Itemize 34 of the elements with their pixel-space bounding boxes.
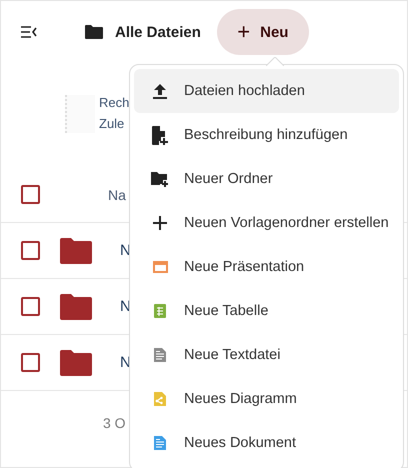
- presentation-icon: [152, 261, 168, 273]
- row-checkbox[interactable]: [21, 353, 40, 372]
- row-checkbox[interactable]: [21, 241, 40, 260]
- file-plus-icon: [152, 126, 168, 144]
- menu-item[interactable]: Neue Präsentation: [134, 245, 399, 289]
- spreadsheet-icon: [154, 304, 166, 318]
- diagram-icon: [154, 392, 166, 406]
- text-file-icon: [154, 348, 166, 362]
- row-checkbox[interactable]: [21, 297, 40, 316]
- folder-icon: [60, 294, 92, 320]
- folder-plus-icon: [151, 170, 169, 188]
- menu-item[interactable]: Neuer Ordner: [134, 157, 399, 201]
- folder-icon: [60, 238, 92, 264]
- menu-item[interactable]: Neues Dokument: [134, 421, 399, 465]
- upload-icon: [153, 84, 167, 98]
- new-button[interactable]: + Neu: [216, 9, 309, 55]
- description-text: Zule: [99, 116, 126, 131]
- menu-item[interactable]: Neues Diagramm: [134, 377, 399, 421]
- folder-icon: [60, 350, 92, 376]
- menu-item[interactable]: Neuen Vorlagenordner erstellen: [134, 201, 399, 245]
- column-header[interactable]: Na: [108, 186, 126, 202]
- menu-item[interactable]: Dateien hochladen: [134, 69, 399, 113]
- menu-item[interactable]: Neue Tabelle: [134, 289, 399, 333]
- menu-item[interactable]: Beschreibung hinzufügen: [134, 113, 399, 157]
- menu-collapse-icon[interactable]: [21, 26, 37, 38]
- plus-icon: [153, 216, 167, 230]
- folder-icon: [85, 25, 103, 39]
- description-title: Rech: [99, 95, 130, 110]
- document-icon: [154, 436, 166, 450]
- menu-item[interactable]: Neue Textdatei: [134, 333, 399, 377]
- description-icon: [65, 95, 95, 133]
- select-all-checkbox[interactable]: [21, 185, 40, 204]
- file-count: 3 O: [103, 415, 126, 431]
- breadcrumb-link[interactable]: Alle Dateien: [115, 24, 201, 40]
